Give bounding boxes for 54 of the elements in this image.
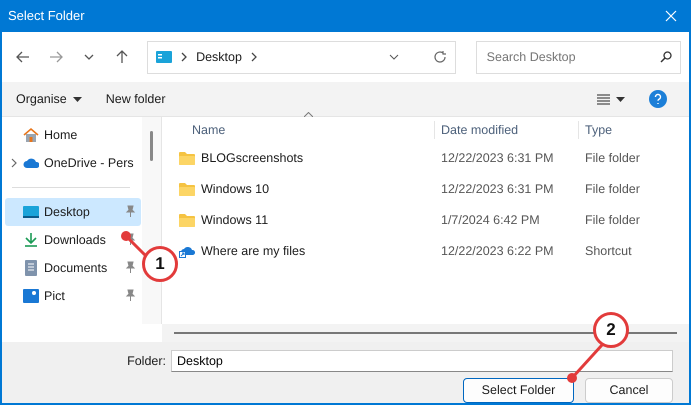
folder-icon <box>179 182 195 196</box>
help-icon <box>649 90 667 108</box>
list-view-icon <box>597 94 610 105</box>
refresh-icon[interactable] <box>432 50 447 64</box>
file-row-name[interactable]: Windows 10 <box>178 180 434 199</box>
column-header[interactable]: Name <box>178 120 434 140</box>
home-icon <box>23 126 39 143</box>
cancel-button[interactable]: Cancel <box>585 378 673 403</box>
download-icon <box>23 232 39 248</box>
folder-label: Folder: <box>127 352 166 370</box>
search-icon <box>660 51 672 64</box>
sidebar-item[interactable]: Pict <box>5 282 141 310</box>
sidebar-item[interactable]: OneDrive - Pers <box>5 148 141 177</box>
column-header[interactable]: Date modified <box>434 120 578 140</box>
dropdown-icon[interactable] <box>388 54 399 60</box>
sidebar-item[interactable]: Home <box>5 120 141 149</box>
address-bar[interactable]: Desktop <box>147 40 456 74</box>
table-cell-text: 12/22/2023 6:31 PM <box>440 150 555 168</box>
caret-icon <box>72 96 82 102</box>
table-cell-text: 1/7/2024 6:42 PM <box>440 212 541 230</box>
picture-icon <box>23 288 39 304</box>
document-icon <box>23 260 39 276</box>
chevron-icon <box>250 52 258 62</box>
callout-number: 1 <box>142 246 178 282</box>
file-row-name[interactable]: Where are my files <box>178 242 434 261</box>
shortcut-cloud-icon <box>179 244 195 258</box>
breadcrumb[interactable]: Desktop <box>196 48 242 67</box>
chevron-icon <box>180 52 188 62</box>
sidebar-item[interactable]: Desktop <box>5 198 141 226</box>
desktop-icon <box>23 204 39 220</box>
select-folder-button[interactable]: Select Folder <box>463 378 574 403</box>
table-cell-text: File folder <box>584 212 641 230</box>
column-header[interactable]: Type <box>578 120 689 140</box>
callout-number: 2 <box>593 312 629 348</box>
folder-icon <box>179 151 195 166</box>
file-row-name[interactable]: BLOGscreenshots <box>178 149 434 168</box>
close-icon <box>665 10 677 22</box>
caret-icon <box>616 96 625 102</box>
window-title: Select Folder <box>8 7 86 26</box>
chevron-icon[interactable] <box>10 158 18 168</box>
table-cell-text: 12/22/2023 6:31 PM <box>440 181 555 198</box>
search-box[interactable]: Search Desktop <box>476 40 682 74</box>
new-folder-button[interactable]: New folder <box>100 86 172 112</box>
table-cell-text: File folder <box>584 150 641 168</box>
organise-button[interactable]: Organise <box>10 86 88 112</box>
table-cell-text: File folder <box>584 181 641 198</box>
folder-field[interactable]: Desktop <box>171 350 673 372</box>
folder-icon <box>179 213 195 228</box>
scrollbar-thumb[interactable] <box>150 130 153 161</box>
desktop-icon <box>156 51 172 64</box>
table-cell-text: Shortcut <box>584 243 633 260</box>
file-row-name[interactable]: Windows 11 <box>178 211 434 230</box>
sidebar-item[interactable]: Documents <box>5 254 141 282</box>
table-cell-text: 12/22/2023 6:22 PM <box>440 243 555 260</box>
